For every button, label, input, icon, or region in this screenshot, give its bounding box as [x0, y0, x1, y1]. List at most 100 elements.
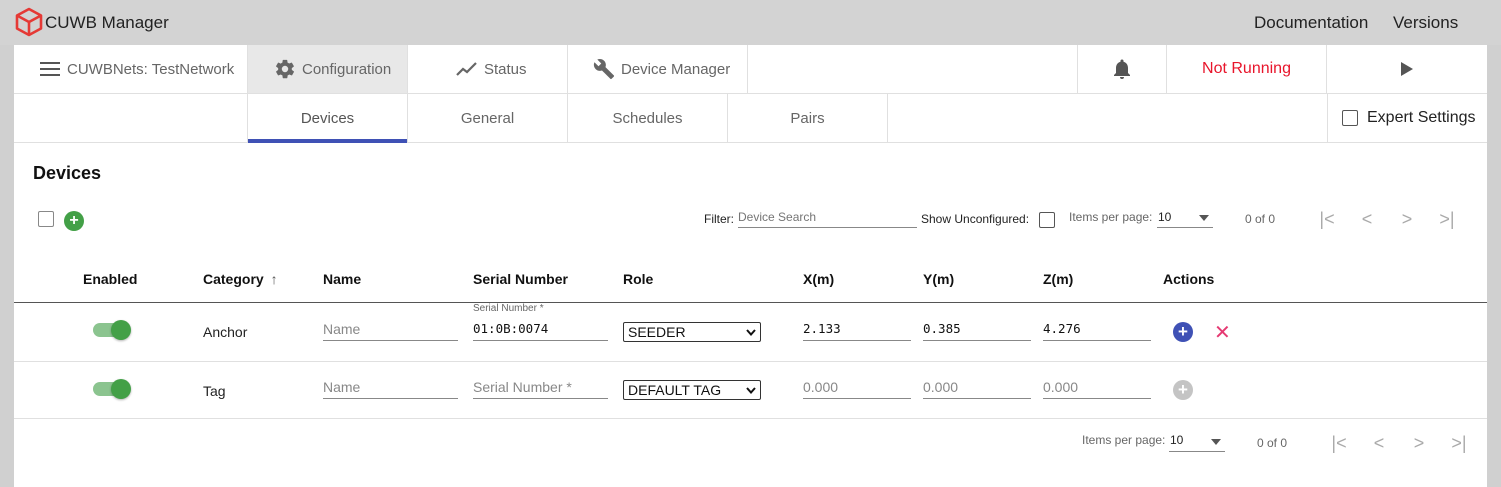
delete-row-button[interactable]: ✕	[1214, 320, 1231, 345]
add-action-button[interactable]: +	[1173, 322, 1193, 342]
range-label-bottom: 0 of 0	[1257, 436, 1288, 450]
first-page-button[interactable]: |<	[1317, 209, 1337, 229]
items-per-page-select-bottom[interactable]: 10	[1169, 430, 1225, 452]
close-icon: ✕	[1214, 322, 1231, 344]
subtab-pairs[interactable]: Pairs	[728, 94, 888, 142]
last-page-button[interactable]: >|	[1437, 209, 1457, 229]
x-field[interactable]: 0.000	[803, 375, 911, 399]
app-panel: CUWBNets: TestNetwork Configuration Stat…	[14, 45, 1487, 487]
tab-device-manager[interactable]: Device Manager	[568, 45, 748, 93]
col-actions: Actions	[1163, 271, 1215, 287]
role-select[interactable]: SEEDER	[623, 322, 761, 342]
documentation-link[interactable]: Documentation	[1254, 13, 1368, 33]
serial-number-field[interactable]: 01:0B:0074	[473, 317, 608, 341]
network-label: CUWBNets: TestNetwork	[67, 60, 235, 78]
col-enabled[interactable]: Enabled	[83, 271, 137, 287]
gear-icon	[276, 59, 294, 79]
expert-settings-checkbox[interactable]	[1342, 110, 1358, 126]
caret-down-icon	[1211, 439, 1221, 445]
config-subtabs: Devices General Schedules Pairs Expert S…	[14, 94, 1487, 143]
main-navbar: CUWBNets: TestNetwork Configuration Stat…	[14, 45, 1487, 94]
prev-page-button[interactable]: <	[1369, 433, 1389, 453]
subtab-spacer	[14, 94, 248, 142]
subtab-general[interactable]: General	[408, 94, 568, 142]
row-divider	[14, 361, 1487, 362]
tab-status[interactable]: Status	[408, 45, 568, 93]
prev-page-button[interactable]: <	[1357, 209, 1377, 229]
network-menu[interactable]: CUWBNets: TestNetwork	[14, 45, 248, 93]
role-select-value: SEEDER	[628, 324, 686, 340]
first-page-icon: |<	[1331, 432, 1347, 453]
select-all-checkbox[interactable]	[38, 211, 54, 227]
col-y[interactable]: Y(m)	[923, 271, 954, 287]
role-select-value: DEFAULT TAG	[628, 382, 722, 398]
col-x[interactable]: X(m)	[803, 271, 834, 287]
tab-device-manager-label: Device Manager	[621, 60, 731, 78]
first-page-button[interactable]: |<	[1329, 433, 1349, 453]
items-per-page-select-top[interactable]: 10	[1157, 207, 1213, 228]
expert-settings-toggle[interactable]: Expert Settings	[1327, 94, 1487, 142]
col-name[interactable]: Name	[323, 271, 361, 287]
enabled-toggle[interactable]	[93, 379, 131, 399]
row-divider	[14, 418, 1487, 419]
toggle-knob	[111, 320, 131, 340]
menu-icon	[40, 62, 60, 76]
plus-icon: +	[69, 212, 79, 229]
tab-configuration[interactable]: Configuration	[248, 45, 408, 93]
title-bar: CUWB Manager Documentation Versions	[0, 0, 1501, 45]
z-field[interactable]: 0.000	[1043, 375, 1151, 399]
next-page-button[interactable]: >	[1409, 433, 1429, 453]
next-page-button[interactable]: >	[1397, 209, 1417, 229]
bell-icon	[1114, 59, 1130, 79]
col-category[interactable]: Category ↑	[203, 271, 278, 287]
filter-label: Filter:	[704, 212, 734, 226]
wrench-icon	[593, 59, 615, 80]
toggle-knob	[111, 379, 131, 399]
z-field[interactable]: 4.276	[1043, 317, 1151, 341]
y-field[interactable]: 0.000	[923, 375, 1031, 399]
subtab-devices[interactable]: Devices	[248, 94, 408, 143]
arrow-up-icon: ↑	[270, 271, 278, 287]
last-page-icon: >|	[1439, 208, 1455, 229]
plus-icon: +	[1178, 380, 1188, 399]
items-per-page-value-bottom: 10	[1170, 433, 1184, 447]
last-page-icon: >|	[1451, 432, 1467, 453]
tab-status-label: Status	[484, 60, 527, 78]
col-role[interactable]: Role	[623, 271, 653, 287]
name-field[interactable]: Name	[323, 317, 458, 341]
devices-toolbar: + Filter: Show Unconfigured: Items per p…	[14, 205, 1487, 235]
cuwb-cube-logo	[15, 7, 43, 37]
app-title: CUWB Manager	[45, 13, 169, 32]
chevron-left-icon: <	[1361, 208, 1373, 229]
name-field[interactable]: Name	[323, 375, 458, 399]
enabled-toggle[interactable]	[93, 320, 131, 340]
add-device-button[interactable]: +	[64, 211, 84, 231]
versions-link[interactable]: Versions	[1393, 13, 1458, 33]
items-per-page-label-top: Items per page:	[1069, 210, 1153, 224]
col-category-label: Category	[203, 271, 264, 287]
last-page-button[interactable]: >|	[1449, 433, 1469, 453]
serial-number-field-label: Serial Number *	[473, 303, 544, 314]
col-z[interactable]: Z(m)	[1043, 271, 1073, 287]
expert-settings-label: Expert Settings	[1367, 109, 1476, 126]
y-field[interactable]: 0.385	[923, 317, 1031, 341]
table-header-divider	[14, 302, 1487, 303]
play-button[interactable]	[1327, 45, 1487, 93]
device-search-input[interactable]	[738, 207, 917, 228]
items-per-page-value-top: 10	[1158, 210, 1172, 224]
notifications-button[interactable]	[1077, 45, 1167, 93]
role-select[interactable]: DEFAULT TAG	[623, 380, 761, 400]
caret-down-icon	[1199, 215, 1209, 221]
col-serial-number[interactable]: Serial Number	[473, 271, 568, 287]
serial-number-field[interactable]: Serial Number *	[473, 375, 608, 399]
category-cell: Tag	[203, 383, 226, 399]
subtab-schedules[interactable]: Schedules	[568, 94, 728, 142]
add-action-button[interactable]: +	[1173, 380, 1193, 400]
show-unconfigured-checkbox[interactable]	[1039, 212, 1055, 228]
chevron-right-icon: >	[1401, 208, 1413, 229]
chevron-left-icon: <	[1373, 432, 1385, 453]
run-state-button[interactable]: Not Running	[1167, 45, 1327, 93]
run-state-label: Not Running	[1202, 60, 1291, 77]
show-unconfigured-label: Show Unconfigured:	[921, 212, 1030, 226]
x-field[interactable]: 2.133	[803, 317, 911, 341]
